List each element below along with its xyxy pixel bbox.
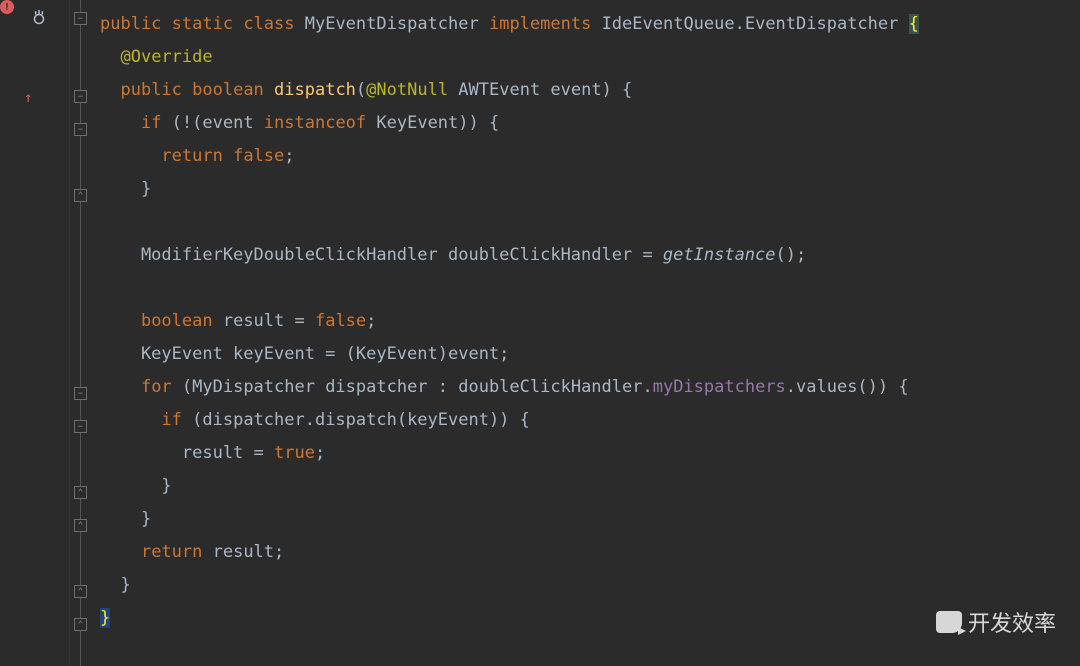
- code-area[interactable]: public static class MyEventDispatcher im…: [94, 0, 1080, 666]
- error-marker-icon[interactable]: !: [0, 0, 14, 14]
- code-line[interactable]: if (dispatcher.dispatch(keyEvent)) {: [100, 404, 1080, 437]
- override-up-icon[interactable]: ↑: [24, 90, 32, 106]
- gutter: ! ↑: [0, 0, 70, 666]
- fold-toggle[interactable]: ⌃: [74, 585, 87, 598]
- code-line[interactable]: public static class MyEventDispatcher im…: [100, 8, 1080, 41]
- fold-toggle[interactable]: −: [74, 387, 87, 400]
- code-line[interactable]: [100, 206, 1080, 239]
- code-line[interactable]: public boolean dispatch(@NotNull AWTEven…: [100, 74, 1080, 107]
- code-line[interactable]: }: [100, 470, 1080, 503]
- code-line[interactable]: return result;: [100, 536, 1080, 569]
- code-line[interactable]: KeyEvent keyEvent = (KeyEvent)event;: [100, 338, 1080, 371]
- code-line[interactable]: for (MyDispatcher dispatcher : doubleCli…: [100, 371, 1080, 404]
- watermark: 开发效率: [936, 606, 1056, 638]
- code-line[interactable]: }: [100, 569, 1080, 602]
- fold-toggle[interactable]: −: [74, 90, 87, 103]
- code-editor: ! ↑ − − − ⌃ − − ⌃ ⌃ ⌃ ⌃ public static class MyEve…: [0, 0, 1080, 666]
- fold-toggle[interactable]: ⌃: [74, 486, 87, 499]
- implements-icon[interactable]: [30, 10, 48, 28]
- fold-column: − − − ⌃ − − ⌃ ⌃ ⌃ ⌃: [70, 0, 94, 666]
- code-line[interactable]: return false;: [100, 140, 1080, 173]
- code-line[interactable]: result = true;: [100, 437, 1080, 470]
- fold-toggle[interactable]: −: [74, 420, 87, 433]
- fold-toggle[interactable]: ⌃: [74, 519, 87, 532]
- code-line[interactable]: @Override: [100, 41, 1080, 74]
- fold-toggle[interactable]: ⌃: [74, 618, 87, 631]
- code-line[interactable]: }: [100, 173, 1080, 206]
- code-line[interactable]: if (!(event instanceof KeyEvent)) {: [100, 107, 1080, 140]
- code-line[interactable]: [100, 272, 1080, 305]
- fold-toggle[interactable]: −: [74, 123, 87, 136]
- fold-toggle[interactable]: ⌃: [74, 189, 87, 202]
- code-line[interactable]: }: [100, 503, 1080, 536]
- code-line[interactable]: ModifierKeyDoubleClickHandler doubleClic…: [100, 239, 1080, 272]
- code-line[interactable]: boolean result = false;: [100, 305, 1080, 338]
- wechat-icon: [936, 611, 962, 633]
- fold-toggle[interactable]: −: [74, 12, 87, 25]
- watermark-text: 开发效率: [968, 606, 1056, 638]
- code-line[interactable]: }: [100, 602, 1080, 635]
